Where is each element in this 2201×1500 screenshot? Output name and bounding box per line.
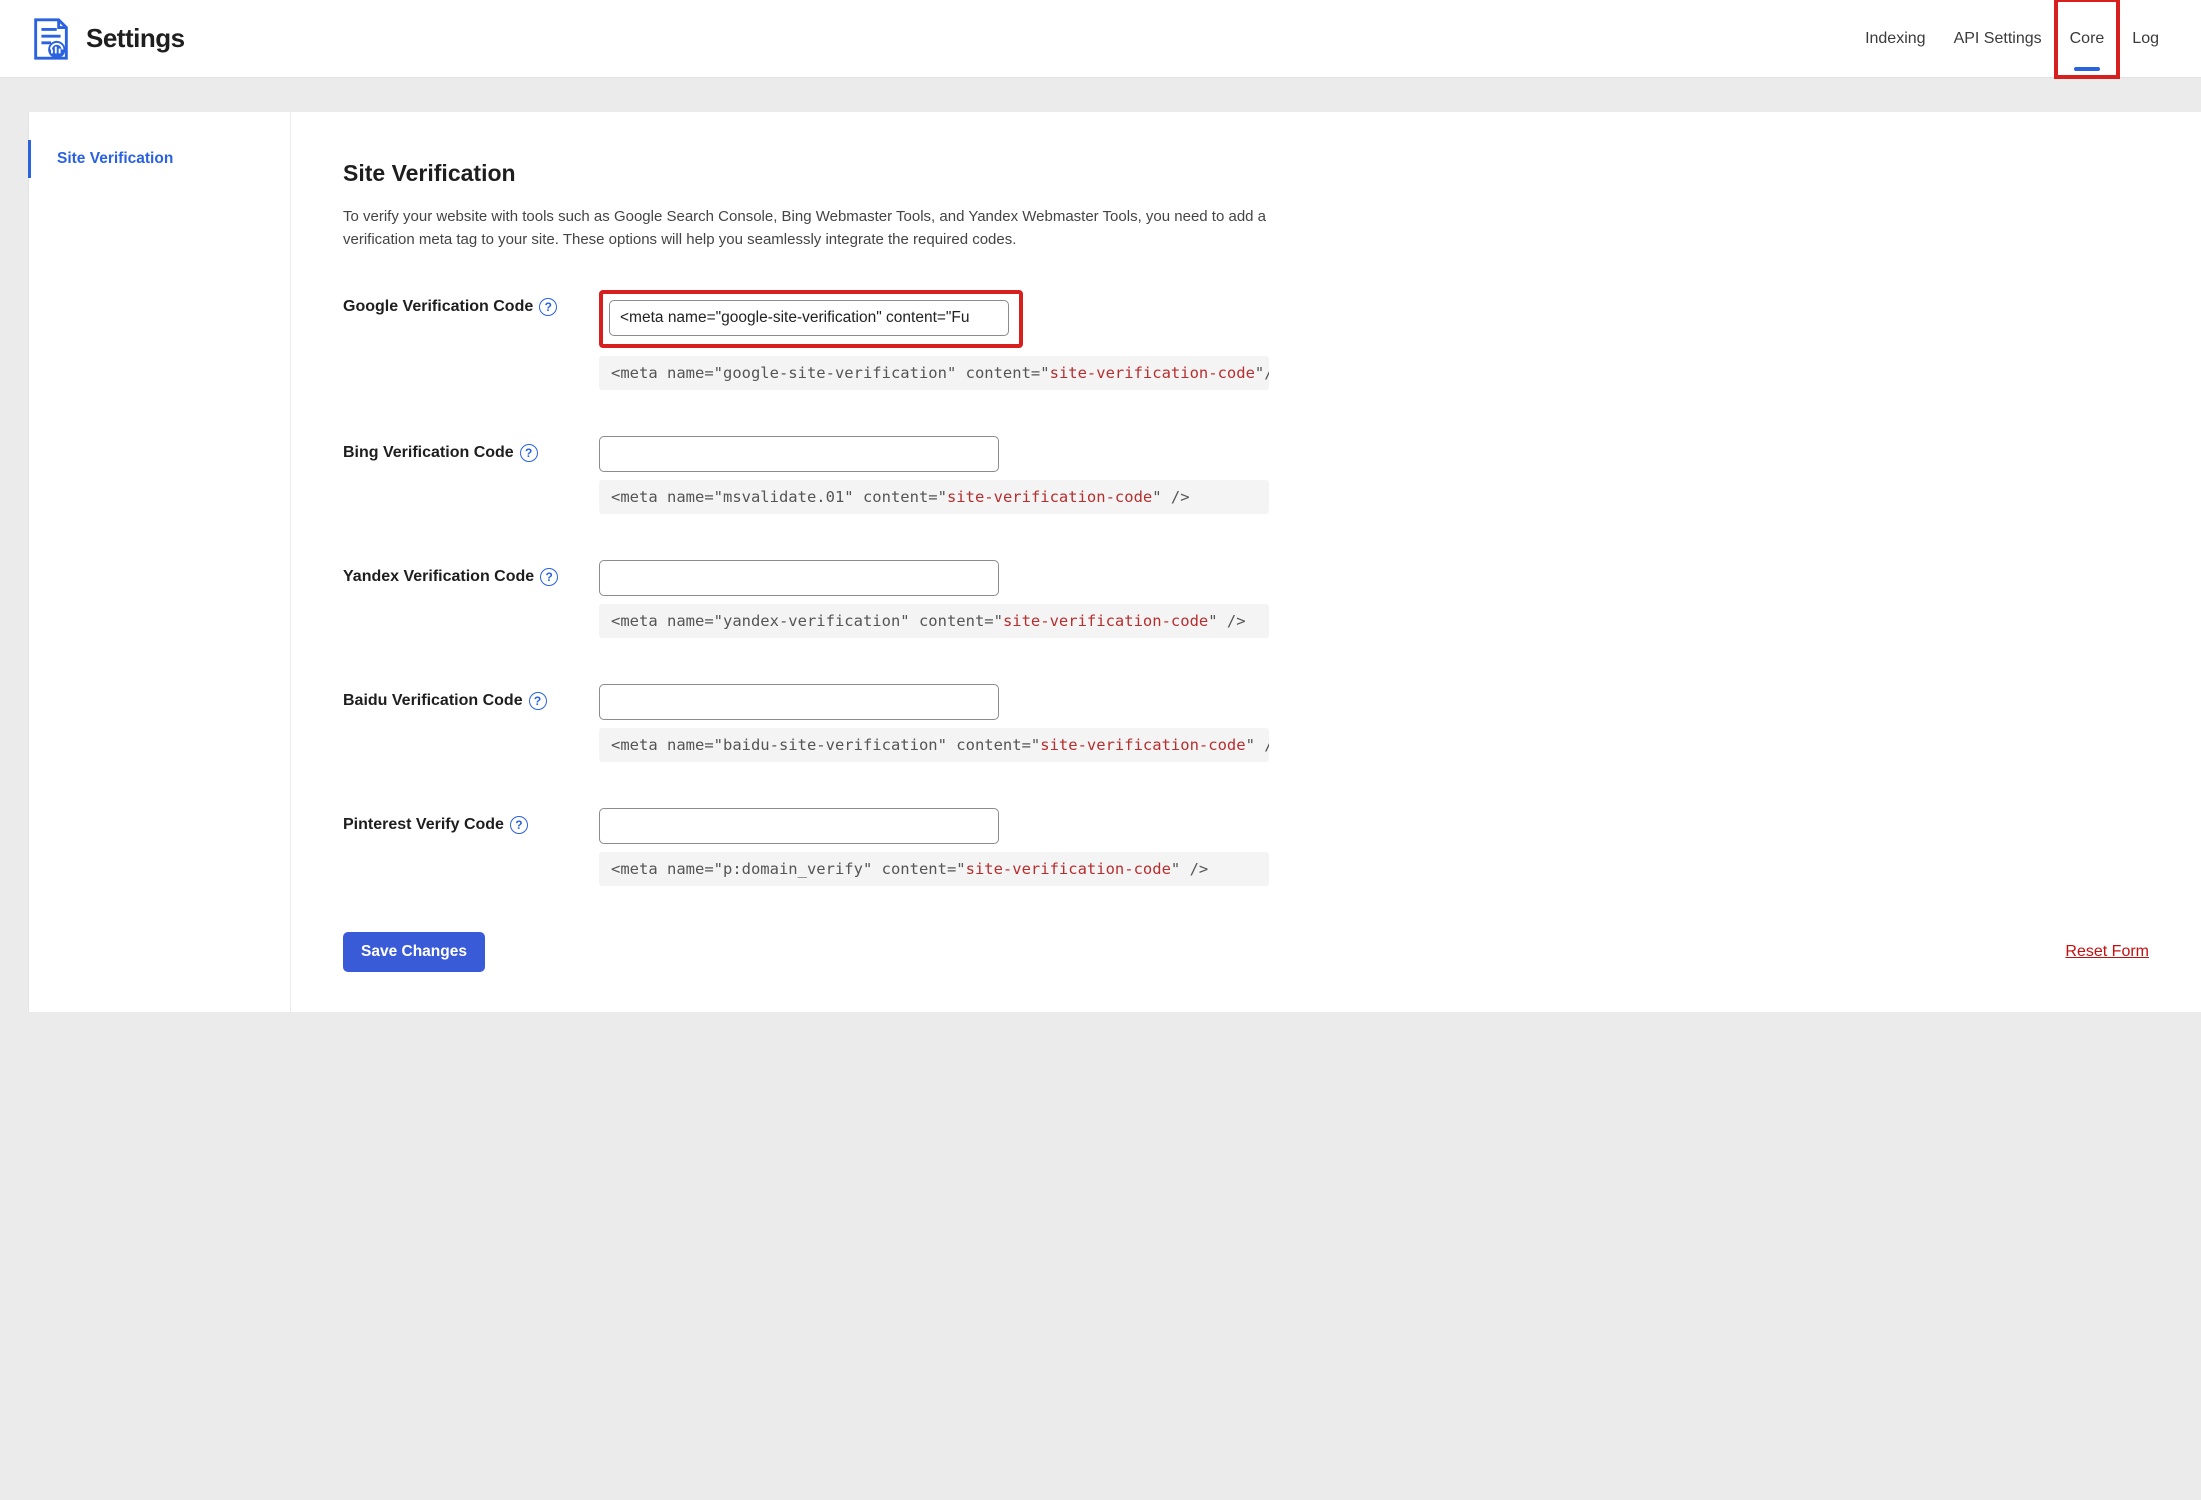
sidebar-item-site-verification[interactable]: Site Verification [29,140,290,178]
google-code-input[interactable] [609,300,1009,336]
label-bing: Bing Verification Code ? [343,436,579,462]
section-title: Site Verification [343,160,2149,187]
hint-bing: <meta name="msvalidate.01" content="site… [599,480,1269,514]
label-baidu: Baidu Verification Code ? [343,684,579,710]
help-icon[interactable]: ? [540,568,558,586]
hint-pinterest: <meta name="p:domain_verify" content="si… [599,852,1269,886]
baidu-code-input[interactable] [599,684,999,720]
main-panel: Site Verification Site Verification To v… [28,112,2201,1012]
hint-baidu: <meta name="baidu-site-verification" con… [599,728,1269,762]
pinterest-code-input[interactable] [599,808,999,844]
settings-content: Site Verification To verify your website… [290,112,2201,1012]
reset-form-link[interactable]: Reset Form [2065,943,2149,961]
help-icon[interactable]: ? [510,816,528,834]
brand: Settings [28,16,185,62]
help-icon[interactable]: ? [539,298,557,316]
field-yandex: Yandex Verification Code ? <meta name="y… [343,560,2149,638]
hint-yandex: <meta name="yandex-verification" content… [599,604,1269,638]
app-logo-icon [28,16,74,62]
save-button[interactable]: Save Changes [343,932,485,972]
tab-log[interactable]: Log [2118,0,2173,77]
field-baidu: Baidu Verification Code ? <meta name="ba… [343,684,2149,762]
section-description: To verify your website with tools such a… [343,205,1283,252]
label-google: Google Verification Code ? [343,290,579,316]
help-icon[interactable]: ? [520,444,538,462]
settings-sidebar: Site Verification [28,112,290,1012]
label-pinterest: Pinterest Verify Code ? [343,808,579,834]
tab-indexing[interactable]: Indexing [1851,0,1940,77]
label-yandex: Yandex Verification Code ? [343,560,579,586]
field-pinterest: Pinterest Verify Code ? <meta name="p:do… [343,808,2149,886]
field-bing: Bing Verification Code ? <meta name="msv… [343,436,2149,514]
tab-core[interactable]: Core [2056,0,2119,77]
help-icon[interactable]: ? [529,692,547,710]
form-actions: Save Changes Reset Form [343,932,2149,972]
header-tabs: Indexing API Settings Core Log [1851,0,2173,77]
yandex-code-input[interactable] [599,560,999,596]
hint-google: <meta name="google-site-verification" co… [599,356,1269,390]
top-header: Settings Indexing API Settings Core Log [0,0,2201,78]
page-title: Settings [86,23,185,54]
field-google: Google Verification Code ? <meta name="g… [343,290,2149,390]
tab-api-settings[interactable]: API Settings [1940,0,2056,77]
highlight-google-input [599,290,1023,348]
bing-code-input[interactable] [599,436,999,472]
